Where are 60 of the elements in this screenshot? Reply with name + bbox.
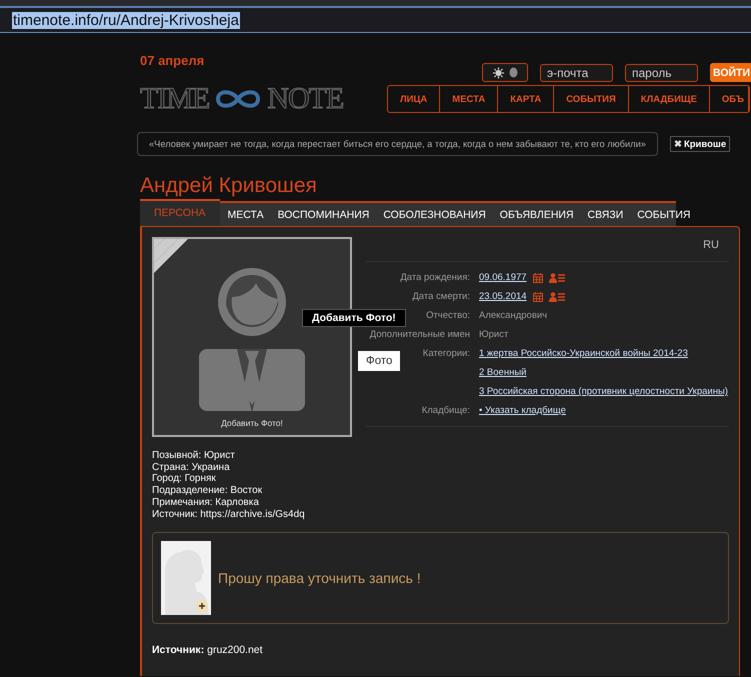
person-list-icon[interactable]: [548, 292, 565, 302]
bio-line: Позывной: Юрист: [152, 450, 236, 462]
quote-text: «Человек умирает не тогда, когда перестает биться его сердце, а тогда, когда о нем забывают те, кто его любили»: [137, 132, 658, 156]
person-silhouette-icon: [199, 267, 305, 411]
bio-line: Город: Горняк: [152, 473, 217, 486]
field-label: Дополнительные имен: [370, 329, 470, 340]
field-label: Дата рождения:: [400, 272, 470, 283]
person-name: Андрей Кривошея: [140, 173, 318, 199]
nav-link[interactable]: КЛАДБИЩЕ: [628, 86, 710, 112]
date-link[interactable]: 09.06.1977: [479, 268, 527, 287]
field-label: Категории:: [422, 348, 470, 359]
calendar-icon[interactable]: [532, 272, 543, 282]
tab[interactable]: ОБЪЯВЛЕНИЯ: [494, 203, 580, 226]
request-text: Прошу права уточнить запись !: [218, 570, 421, 586]
nav-link[interactable]: МЕСТА: [440, 86, 498, 112]
url-text: timenote.info/ru/Andrej-Krivosheja: [12, 12, 240, 28]
photo-caption: Добавить Фото!: [221, 418, 283, 428]
field-value: Александрович: [479, 309, 548, 323]
tooltip: Добавить Фото!: [302, 309, 406, 327]
tab[interactable]: ВОСПОМИНАНИЯ: [272, 203, 376, 226]
field-label: Дата смерти:: [412, 291, 470, 302]
nav-link[interactable]: ЛИЦА: [388, 86, 440, 112]
photo-button[interactable]: Фото: [358, 351, 400, 371]
category-link[interactable]: 2 Военный: [479, 367, 526, 378]
email-field[interactable]: э-почта: [540, 64, 613, 82]
logo-text: TIME: [140, 83, 210, 115]
calendar-icon[interactable]: [532, 292, 543, 302]
tab[interactable]: СВЯЗИ: [582, 203, 630, 226]
logo-text: NOTE: [267, 83, 344, 115]
password-field[interactable]: пароль: [625, 64, 698, 82]
theme-toggle[interactable]: [482, 63, 528, 82]
language-label: RU: [702, 238, 720, 253]
address-bar[interactable]: timenote.info/ru/Andrej-Krivosheja: [0, 6, 751, 32]
tab[interactable]: СОБЫТИЯ: [631, 203, 697, 226]
bio-line: Страна: Украина: [152, 462, 231, 474]
bio-line: Примечания: Карловка: [152, 496, 260, 509]
cemetery-link[interactable]: • Указать кладбище: [479, 401, 566, 420]
moon-icon: [509, 67, 518, 78]
bio-line: Подразделение: Восток: [152, 485, 264, 497]
tab[interactable]: СОБОЛЕЗНОВАНИЯ: [377, 203, 492, 226]
tag-label: Кривоше: [684, 138, 726, 150]
field-label: Отчество:: [426, 310, 470, 321]
person-list-icon[interactable]: [548, 272, 565, 282]
source-text: Источник: gruz200.net: [152, 644, 264, 656]
category-link[interactable]: 1 жертва Российско-Украинской войны 2014-23: [479, 348, 688, 359]
sun-icon: [492, 66, 505, 78]
field-label: Кладбище:: [422, 405, 470, 416]
category-link[interactable]: 3 Российская сторона (противник целостности Украины): [479, 386, 728, 397]
bio-line: Источник: https://archive.is/Gs4dq: [152, 508, 306, 520]
ribbon-icon: [154, 239, 188, 273]
field-value: Юрист: [479, 328, 508, 342]
add-icon[interactable]: [196, 600, 208, 612]
name-tag[interactable]: ✖ Кривоше: [670, 136, 730, 152]
date-link[interactable]: 23.05.2014: [479, 287, 527, 306]
nav-link[interactable]: ОБЪ: [710, 86, 750, 112]
nav-link[interactable]: КАРТА: [498, 86, 554, 112]
close-icon[interactable]: ✖: [674, 138, 682, 150]
tab[interactable]: МЕСТА: [222, 203, 270, 226]
date-label: 07 апреля: [140, 53, 204, 70]
nav-link[interactable]: СОБЫТИЯ: [554, 86, 629, 112]
